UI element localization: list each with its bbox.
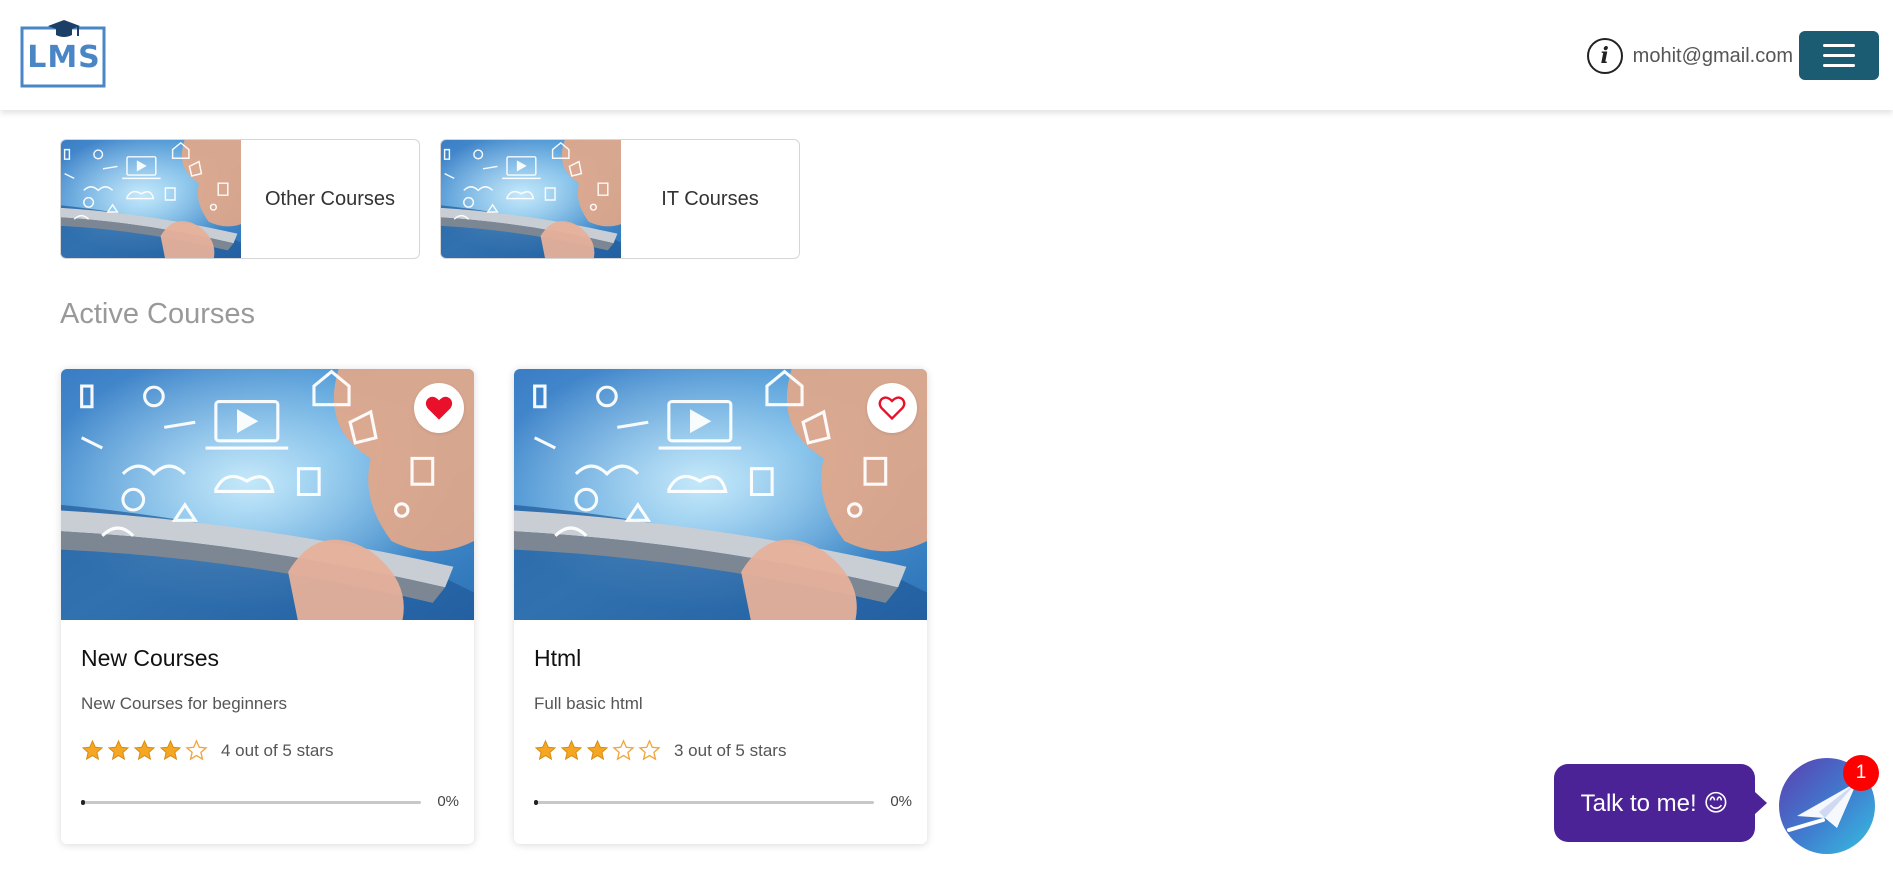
notification-badge: 1: [1843, 755, 1879, 791]
category-label: Other Courses: [264, 187, 396, 210]
chat-bubble-arrow: [1755, 792, 1767, 814]
progress-percent: 0%: [437, 793, 459, 810]
star-empty-icon: [612, 739, 635, 762]
progress-bar: [534, 800, 874, 805]
user-info: i mohit@gmail.com: [1586, 36, 1793, 76]
star-filled-icon: [81, 739, 104, 762]
course-image: [61, 369, 474, 620]
hamburger-menu-icon: [1823, 44, 1855, 47]
category-label: IT Courses: [661, 187, 759, 210]
star-empty-icon: [638, 739, 661, 762]
top-navbar: LMS i mohit@gmail.com: [0, 0, 1893, 110]
progress-fill: [534, 800, 538, 805]
star-filled-icon: [586, 739, 609, 762]
logo-text: LMS: [27, 40, 101, 75]
favorite-button[interactable]: [414, 383, 464, 433]
hamburger-menu-button[interactable]: [1799, 31, 1879, 80]
star-filled-icon: [107, 739, 130, 762]
star-rating: 3 out of 5 stars: [534, 739, 786, 762]
heart-filled-icon: [425, 396, 453, 420]
star-filled-icon: [159, 739, 182, 762]
rating-text: 3 out of 5 stars: [674, 740, 787, 760]
star-filled-icon: [133, 739, 156, 762]
lms-logo[interactable]: LMS: [18, 18, 110, 92]
course-title[interactable]: New Courses: [81, 645, 219, 672]
category-image: [441, 140, 621, 258]
category-card-it-courses[interactable]: IT Courses: [440, 139, 800, 259]
course-card[interactable]: Html Full basic html 3 out of 5 stars 0%: [514, 369, 927, 844]
star-empty-icon: [185, 739, 208, 762]
progress-fill: [81, 800, 85, 805]
star-filled-icon: [534, 739, 557, 762]
progress-percent: 0%: [890, 793, 912, 810]
category-image: [61, 140, 241, 258]
course-card[interactable]: New Courses New Courses for beginners 4 …: [61, 369, 474, 844]
course-title[interactable]: Html: [534, 645, 581, 672]
star-rating: 4 out of 5 stars: [81, 739, 333, 762]
progress-bar: [81, 800, 421, 805]
chat-prompt-bubble[interactable]: Talk to me! 😊: [1554, 764, 1755, 842]
category-card-other-courses[interactable]: Other Courses: [60, 139, 420, 259]
favorite-button[interactable]: [867, 383, 917, 433]
star-filled-icon: [560, 739, 583, 762]
rating-text: 4 out of 5 stars: [221, 740, 334, 760]
course-image: [514, 369, 927, 620]
user-email: mohit@gmail.com: [1632, 44, 1793, 67]
course-description: Full basic html: [534, 694, 643, 713]
heart-outline-icon: [878, 396, 906, 421]
section-title: Active Courses: [60, 298, 256, 330]
course-description: New Courses for beginners: [81, 694, 287, 713]
info-icon[interactable]: i: [1586, 38, 1623, 74]
